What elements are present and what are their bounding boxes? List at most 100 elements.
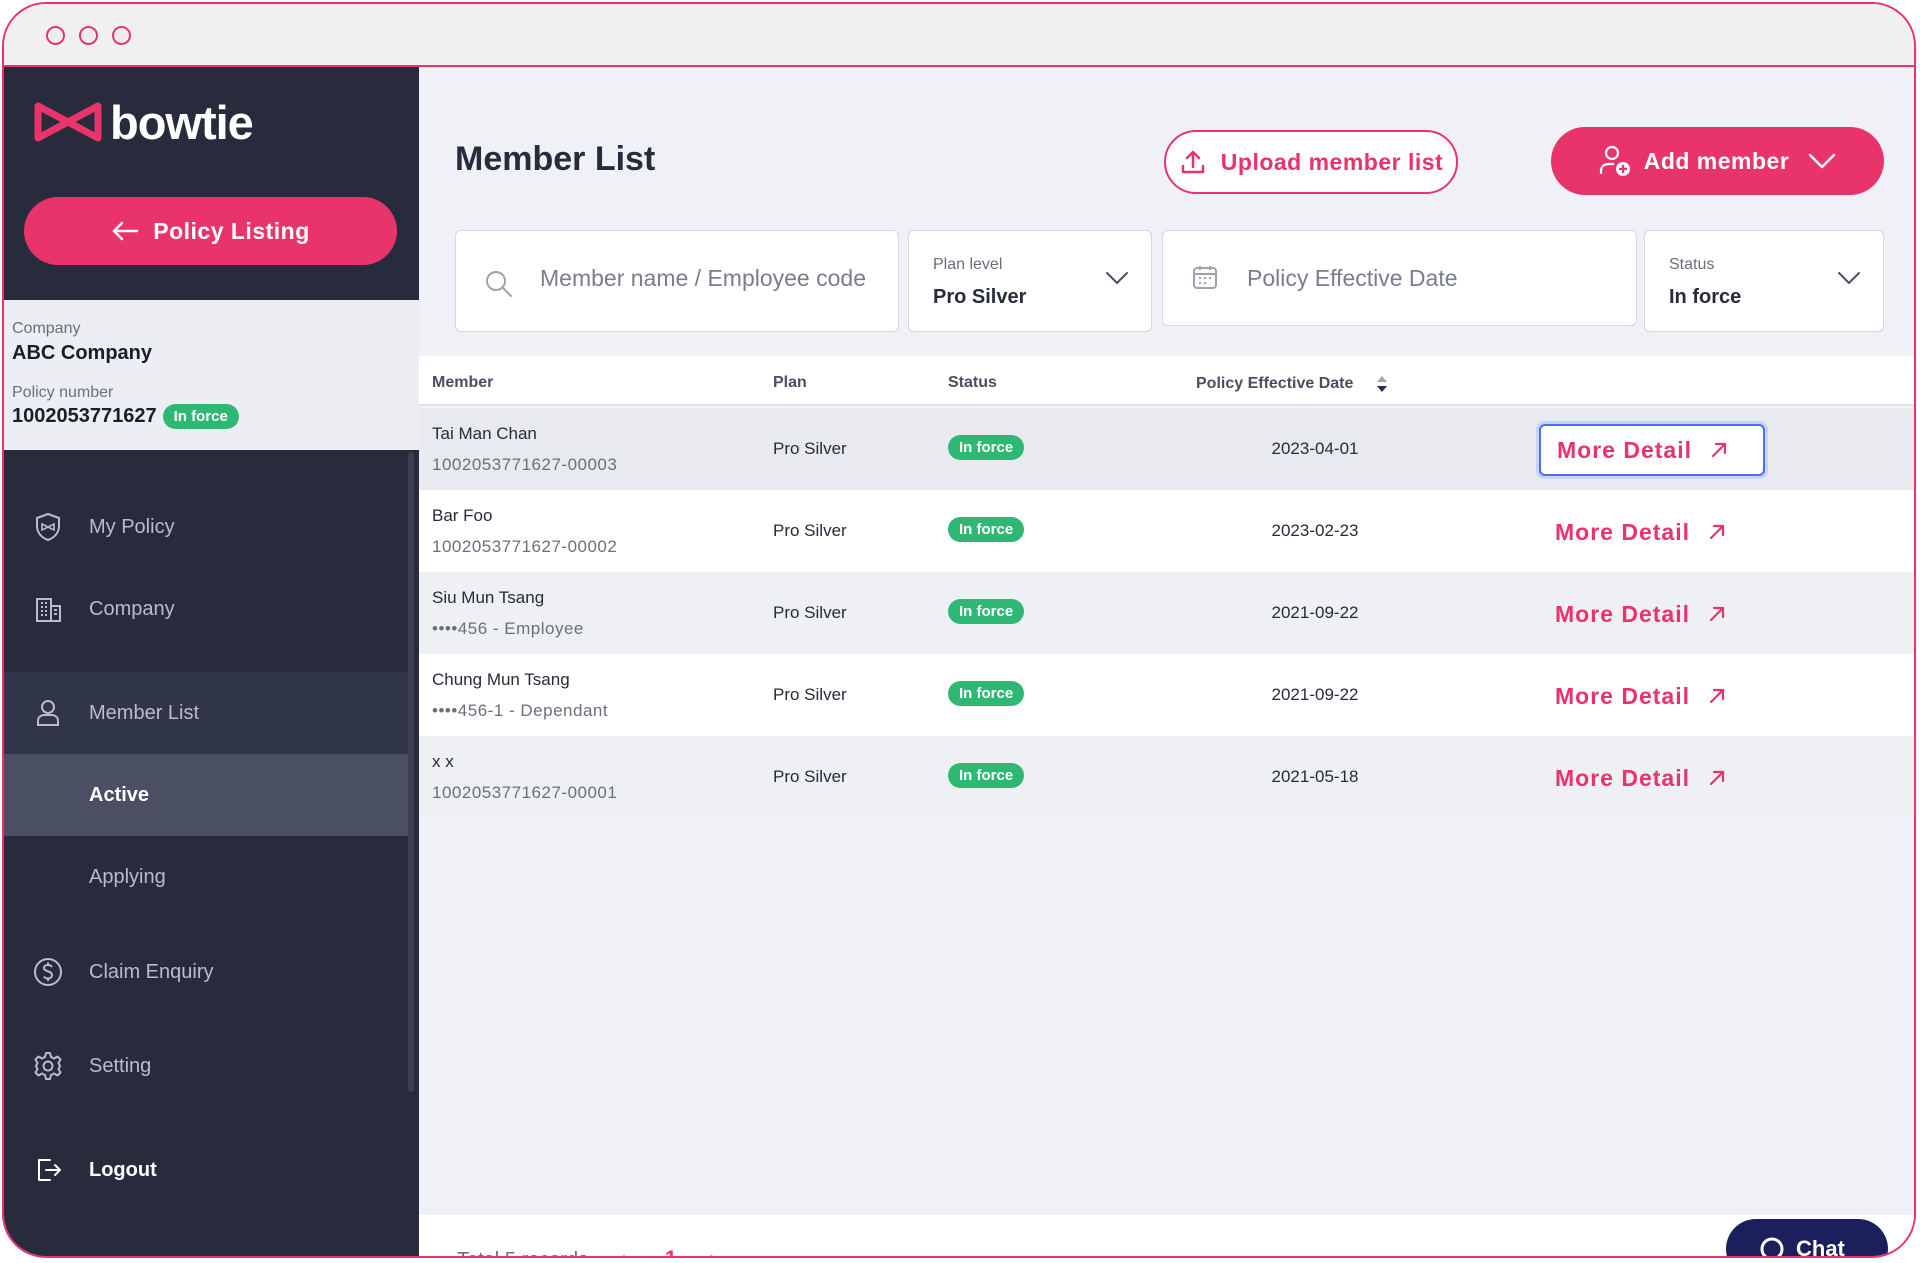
sidebar-item-label: Logout — [89, 1158, 157, 1181]
column-header-member: Member — [432, 374, 494, 391]
chat-bubble-icon — [1760, 1237, 1784, 1256]
brand-name: bowtie — [110, 95, 254, 149]
table-row[interactable]: Bar Foo 1002053771627-00002 Pro Silver I… — [419, 490, 1914, 572]
member-plan: Pro Silver — [773, 767, 847, 786]
upload-member-list-label: Upload member list — [1220, 148, 1444, 175]
column-header-plan: Plan — [773, 374, 807, 391]
column-header-policy-effective-date[interactable]: Policy Effective Date — [1196, 374, 1389, 394]
more-detail-button[interactable]: More Detail — [1539, 752, 1765, 804]
sidebar-item-label: Claim Enquiry — [89, 960, 214, 983]
effective-date: 2021-09-22 — [1271, 603, 1359, 622]
table-row[interactable]: Siu Mun Tsang ••••456 - Employee Pro Sil… — [419, 572, 1914, 654]
member-id: 1002053771627-00002 — [432, 537, 618, 556]
status-badge: In force — [948, 599, 1025, 624]
date-input[interactable]: Policy Effective Date — [1247, 265, 1458, 292]
policy-number-row: 1002053771627 In force — [12, 404, 239, 429]
calendar-icon — [1193, 266, 1217, 289]
company-name: ABC Company — [12, 342, 153, 364]
upload-member-list-button[interactable]: Upload member list — [1164, 130, 1458, 194]
pagination-prev[interactable]: ‹ — [619, 1245, 626, 1256]
chat-button[interactable]: Chat — [1726, 1219, 1888, 1256]
table-row[interactable]: Tai Man Chan 1002053771627-00003 Pro Sil… — [419, 408, 1914, 490]
user-icon — [37, 700, 59, 726]
effective-date: 2021-05-18 — [1271, 767, 1359, 786]
plan-level-select[interactable]: Plan level Pro Silver — [908, 230, 1152, 332]
sidebar-item-label: Member List — [89, 701, 200, 724]
logout-icon — [38, 1159, 61, 1181]
close-window-dot[interactable] — [46, 26, 65, 45]
member-name: Siu Mun Tsang — [432, 588, 545, 607]
member-search-field[interactable]: Member name / Employee code — [455, 230, 899, 332]
effective-date: 2023-02-23 — [1271, 521, 1359, 540]
status-label: Status — [1669, 256, 1715, 273]
column-header-status: Status — [948, 374, 997, 391]
sidebar-subitem-applying[interactable]: Applying — [4, 836, 408, 918]
table-row[interactable]: Chung Mun Tsang ••••456-1 - Dependant Pr… — [419, 654, 1914, 736]
sidebar-item-setting[interactable]: Setting — [4, 1025, 408, 1107]
more-detail-button[interactable]: More Detail — [1539, 424, 1765, 476]
effective-date: 2023-04-01 — [1271, 439, 1359, 458]
sidebar-scrollbar[interactable] — [408, 452, 414, 1092]
status-badge: In force — [948, 763, 1025, 788]
add-member-button[interactable]: Add member — [1551, 127, 1884, 195]
company-card: Company ABC Company Policy number 100205… — [4, 300, 419, 450]
status-select[interactable]: Status In force — [1644, 230, 1884, 332]
upload-icon — [1181, 150, 1205, 174]
sidebar-item-company[interactable]: Company — [4, 568, 408, 650]
more-detail-label: More Detail — [1555, 518, 1690, 545]
more-detail-label: More Detail — [1555, 682, 1690, 709]
policy-number-label: Policy number — [12, 384, 114, 401]
more-detail-button[interactable]: More Detail — [1539, 588, 1765, 640]
arrow-up-right-icon — [1709, 606, 1725, 622]
member-name: x x — [432, 752, 454, 771]
pagination-page[interactable]: 1 — [665, 1247, 677, 1256]
status-badge: In force — [948, 517, 1025, 542]
member-name: Chung Mun Tsang — [432, 670, 570, 689]
company-label: Company — [12, 320, 81, 337]
table-header: Member Plan Status Policy Effective Date — [419, 356, 1914, 406]
maximize-window-dot[interactable] — [112, 26, 131, 45]
search-input[interactable]: Member name / Employee code — [540, 265, 866, 292]
gear-icon — [34, 1052, 62, 1080]
sidebar-item-member-list[interactable]: Member List — [4, 672, 408, 754]
sidebar-subitem-active[interactable]: Active — [4, 754, 408, 836]
chevron-down-icon — [1838, 272, 1860, 285]
total-records: Total 5 records — [457, 1249, 588, 1256]
member-id: ••••456-1 - Dependant — [432, 701, 609, 720]
member-name: Bar Foo — [432, 506, 493, 525]
sidebar-item-claim-enquiry[interactable]: Claim Enquiry — [4, 931, 408, 1013]
sidebar-item-label: Applying — [89, 865, 166, 888]
shield-bowtie-icon — [36, 512, 60, 542]
main-content: Member List Upload member list Add membe… — [419, 67, 1914, 1256]
add-user-icon — [1599, 145, 1630, 176]
table-footer: Total 5 records ‹ 1 › — [419, 1215, 1914, 1256]
chevron-down-icon — [1809, 153, 1836, 169]
add-member-label: Add member — [1643, 147, 1790, 174]
app-window: bowtie Policy Listing Company ABC Compan… — [2, 2, 1916, 1258]
more-detail-button[interactable]: More Detail — [1539, 670, 1765, 722]
sidebar-item-logout[interactable]: Logout — [4, 1129, 408, 1211]
column-header-label: Policy Effective Date — [1196, 375, 1354, 392]
minimize-window-dot[interactable] — [79, 26, 98, 45]
table-row[interactable]: x x 1002053771627-00001 Pro Silver In fo… — [419, 736, 1914, 818]
policy-effective-date-field[interactable]: Policy Effective Date — [1162, 230, 1637, 326]
sidebar-item-label: My Policy — [89, 515, 175, 538]
sort-icon[interactable] — [1375, 374, 1389, 394]
member-plan: Pro Silver — [773, 603, 847, 622]
sidebar-item-my-policy[interactable]: My Policy — [4, 486, 408, 568]
arrow-up-right-icon — [1709, 688, 1725, 704]
status-value: In force — [1669, 286, 1742, 308]
status-badge: In force — [948, 681, 1025, 706]
title-bar — [4, 4, 1914, 67]
pagination-next[interactable]: › — [709, 1245, 716, 1256]
sidebar: bowtie Policy Listing Company ABC Compan… — [4, 67, 419, 1256]
sidebar-item-label: Active — [89, 783, 150, 806]
policy-listing-button[interactable]: Policy Listing — [24, 197, 397, 265]
policy-status-badge: In force — [162, 404, 239, 429]
arrow-up-right-icon — [1709, 770, 1725, 786]
arrow-up-right-icon — [1709, 524, 1725, 540]
more-detail-button[interactable]: More Detail — [1539, 506, 1765, 558]
chevron-down-icon — [1106, 272, 1128, 285]
brand-logo[interactable]: bowtie — [34, 95, 254, 149]
member-plan: Pro Silver — [773, 439, 847, 458]
